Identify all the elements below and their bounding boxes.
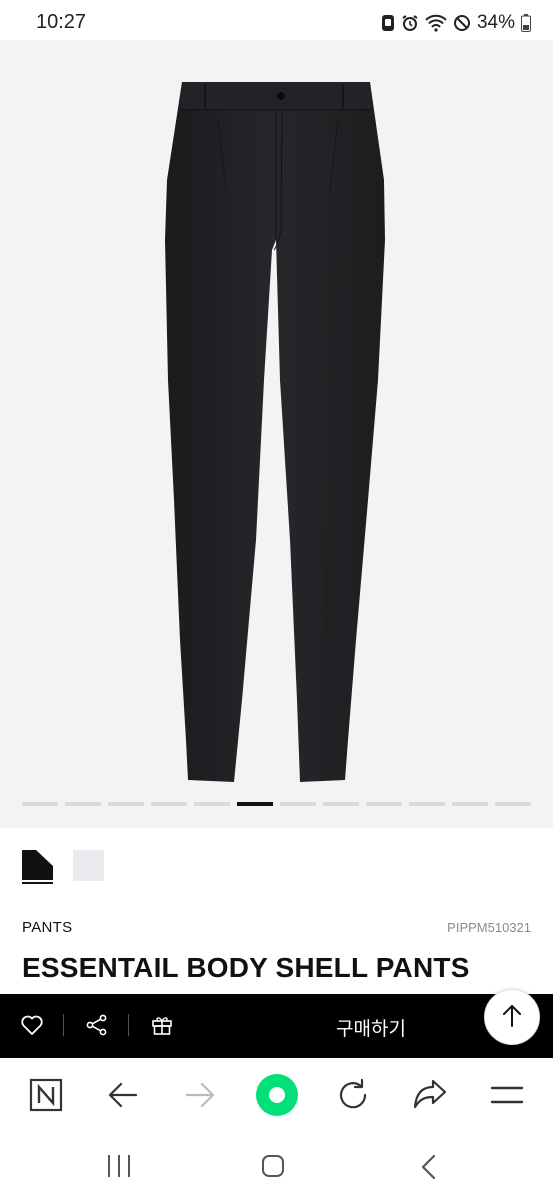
gallery-dot[interactable] [323,802,359,806]
share-forward-icon[interactable] [412,1078,448,1117]
status-time: 10:27 [36,11,87,33]
gallery-dot[interactable] [22,802,58,806]
green-dot-icon[interactable] [255,1073,299,1122]
status-bar: 10:27 34% [0,0,553,40]
wifi-icon [425,14,447,32]
heart-icon[interactable] [20,1013,44,1042]
share-icon[interactable] [85,1013,109,1042]
divider [63,1014,64,1036]
product-code: PIPPM510321 [447,920,531,935]
naver-n-icon[interactable] [29,1078,63,1117]
do-not-disturb-icon [453,14,471,32]
back-arrow-icon[interactable] [107,1080,139,1115]
status-icons: 34% [381,10,531,36]
gallery-dot[interactable] [366,802,402,806]
gift-icon[interactable] [150,1013,174,1042]
gallery-indicator [22,802,531,806]
refresh-icon[interactable] [336,1078,370,1117]
buy-button[interactable]: 구매하기 [336,1014,406,1041]
product-title: ESSENTAIL BODY SHELL PANTS [22,952,470,983]
product-image [165,82,385,782]
gallery-dot[interactable] [452,802,488,806]
product-image-gallery[interactable] [0,40,553,828]
home-icon[interactable] [261,1154,285,1183]
gallery-dot[interactable] [108,802,144,806]
alarm-icon [401,14,419,32]
gallery-dot[interactable] [409,802,445,806]
browser-toolbar [0,1058,553,1134]
gallery-dot[interactable] [151,802,187,806]
purchase-action-bar: 구매하기 [0,994,553,1058]
gallery-dot[interactable] [194,802,230,806]
back-icon[interactable] [420,1154,438,1185]
arrow-up-icon [503,1005,521,1027]
divider [128,1014,129,1036]
forward-arrow-icon[interactable] [184,1080,216,1115]
system-navigation-bar [0,1134,553,1200]
battery-percent: 34% [476,12,515,33]
battery-icon [521,14,531,32]
swatch-light-gray[interactable] [73,850,104,881]
gallery-dot[interactable] [65,802,101,806]
swatch-black[interactable] [22,850,53,884]
app-notification-icon [381,14,395,32]
color-swatches [22,850,104,884]
scroll-to-top-button[interactable] [484,989,540,1045]
product-category: PANTS [22,919,73,936]
gallery-dot-active[interactable] [237,802,273,806]
recent-apps-icon[interactable] [106,1154,132,1183]
gallery-dot[interactable] [280,802,316,806]
gallery-dot[interactable] [495,802,531,806]
menu-icon[interactable] [490,1084,524,1111]
